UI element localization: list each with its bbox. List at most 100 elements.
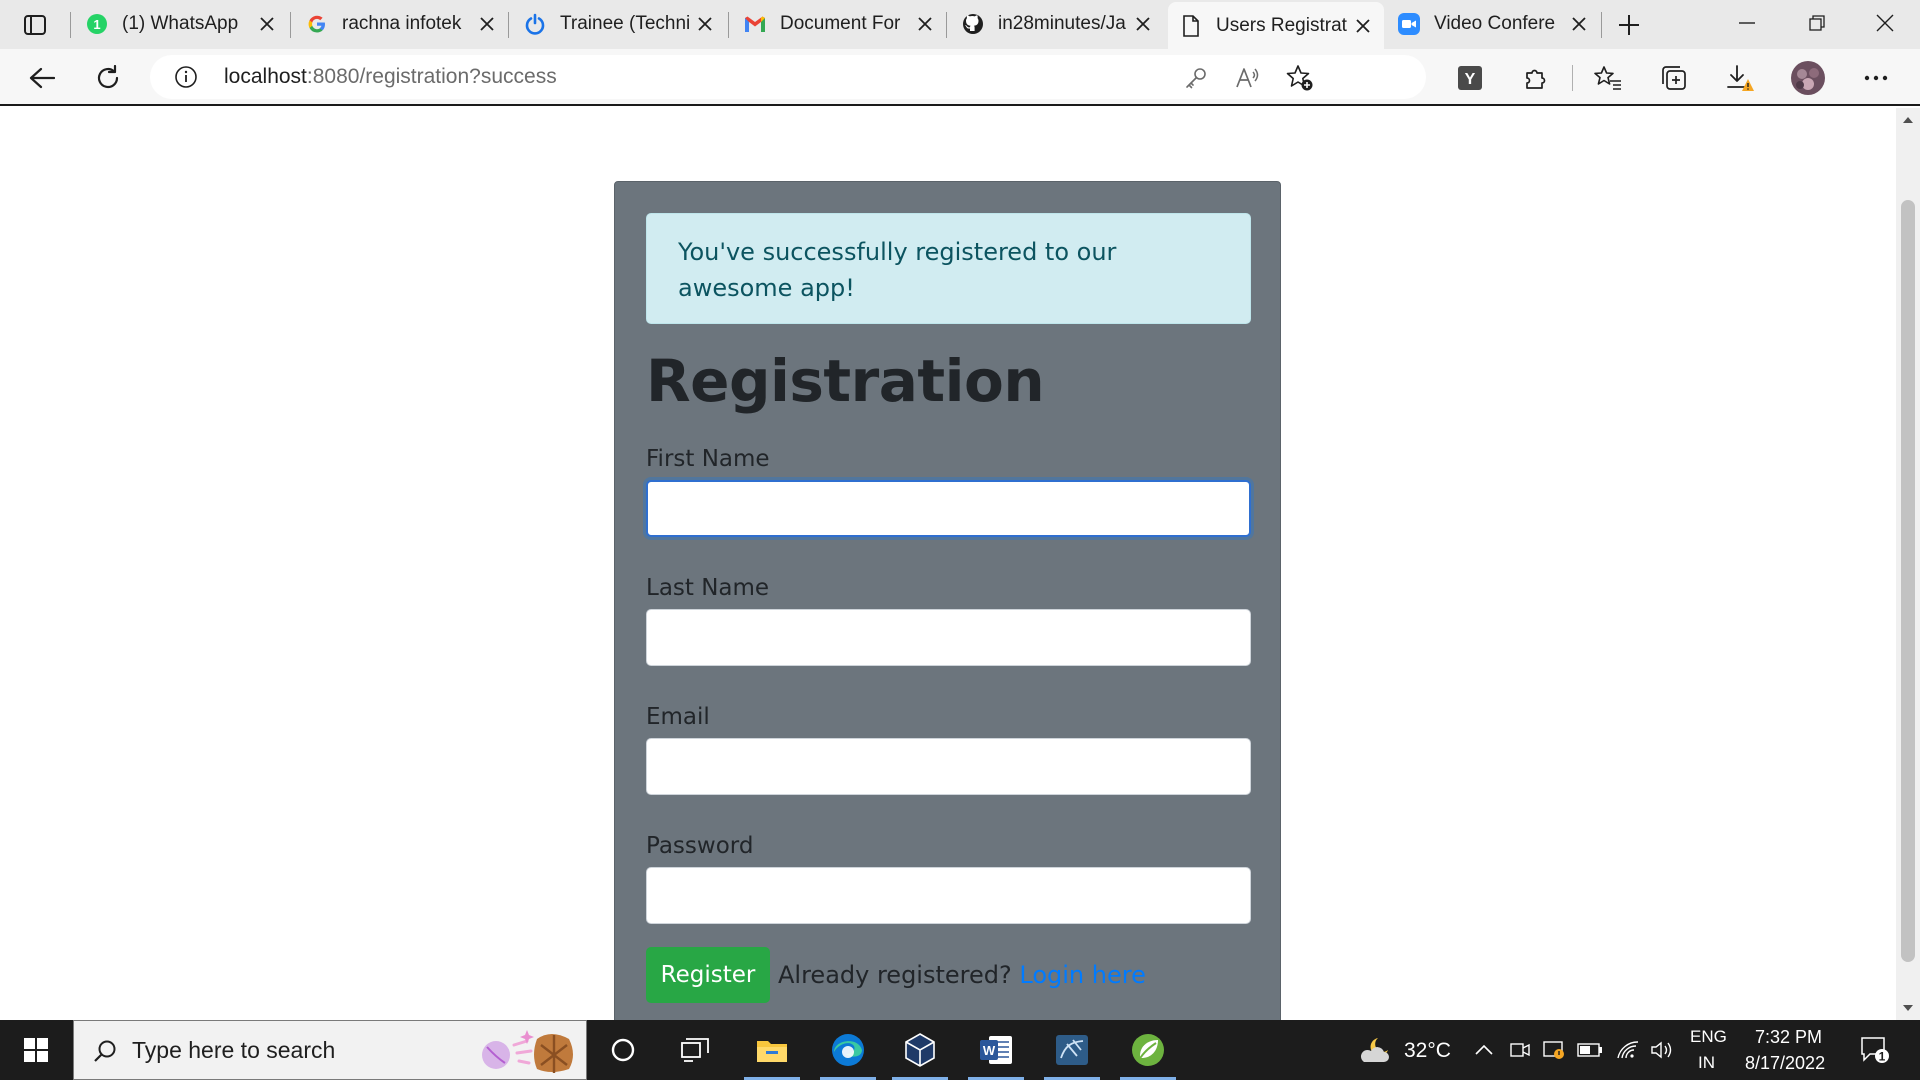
meet-now-camera-icon[interactable] [1506,1036,1534,1064]
already-registered-label: Already registered? [778,961,1012,989]
restore-icon[interactable] [1782,0,1852,46]
already-registered-text: Already registered? Login here [778,961,1146,989]
add-favorite-icon[interactable] [1286,64,1314,92]
clock-date[interactable]: 8/17/2022 [1745,1053,1825,1074]
close-tab-icon[interactable] [914,13,936,35]
tab-strip: 1 (1) WhatsApp rachna infotek Trainee (T… [0,0,1920,49]
first-name-label: First Name [646,446,770,472]
clock-time[interactable]: 7:32 PM [1755,1027,1822,1048]
close-tab-icon[interactable] [1568,13,1590,35]
email-input[interactable] [646,738,1251,795]
tab-trainee[interactable]: Trainee (Techni [512,0,726,48]
url-host: localhost [224,65,307,88]
url-path: :8080/registration?success [306,65,557,88]
close-tab-icon[interactable] [694,13,716,35]
tab-title: rachna infotek [342,13,462,34]
address-bar[interactable]: localhost:8080/registration?success [150,55,1426,99]
svg-text:W: W [983,1043,996,1058]
tab-whatsapp[interactable]: 1 (1) WhatsApp [74,0,288,48]
tab-title: (1) WhatsApp [122,13,239,34]
close-tab-icon[interactable] [256,13,278,35]
profile-avatar[interactable] [1788,58,1828,98]
search-placeholder: Type here to search [132,1037,336,1063]
notification-center-icon[interactable]: 1 [1858,1036,1894,1064]
taskbar-search-box[interactable]: Type here to search [73,1020,587,1080]
tab-actions-icon[interactable] [20,10,50,40]
chevron-up-icon[interactable] [1470,1036,1498,1064]
close-tab-icon[interactable] [1132,13,1154,35]
windows-taskbar: Type here to search W 32°C ENG IN 7:32 P… [0,1020,1920,1080]
power-icon [524,13,546,35]
password-label: Password [646,833,754,859]
scroll-down-arrow-icon[interactable] [1902,1002,1914,1014]
last-name-label: Last Name [646,575,770,601]
close-window-icon[interactable] [1850,0,1920,46]
site-info-icon[interactable] [174,65,198,89]
browser-toolbar: localhost:8080/registration?success Y [0,49,1920,106]
svg-text:1: 1 [93,17,100,32]
page-viewport: You've successfully registered to our aw… [0,108,1896,1020]
wifi-icon[interactable] [1614,1036,1642,1064]
weather-moon-cloud-icon[interactable] [1358,1036,1394,1064]
security-shield-icon[interactable] [1540,1036,1568,1064]
windows-start-icon[interactable] [0,1020,72,1080]
tab-gmail[interactable]: Document For [732,0,946,48]
google-icon [306,13,328,35]
virtualbox-icon[interactable] [884,1020,956,1080]
tab-github[interactable]: in28minutes/Ja [950,0,1164,48]
weather-temperature[interactable]: 32°C [1404,1039,1451,1063]
password-key-icon[interactable] [1182,64,1210,92]
downloads-warning-icon[interactable] [1720,58,1760,98]
task-view-icon[interactable] [659,1020,731,1080]
gmail-icon [744,13,766,35]
extensions-puzzle-icon[interactable] [1516,58,1556,98]
zoom-icon [1398,13,1420,35]
back-arrow-icon[interactable] [22,58,62,98]
github-icon [962,13,984,35]
mysql-workbench-icon[interactable] [1036,1020,1108,1080]
vertical-scrollbar[interactable] [1896,108,1920,1020]
whatsapp-icon: 1 [86,13,108,35]
new-tab-plus-icon[interactable] [1612,8,1646,42]
tab-title: in28minutes/Ja [998,13,1126,34]
tab-video-conference[interactable]: Video Confere [1386,0,1600,48]
input-language[interactable]: ENG [1690,1027,1727,1047]
page-title: Registration [646,347,1045,415]
tab-users-registration[interactable]: Users Registrat [1168,2,1384,49]
extension-y-icon[interactable]: Y [1450,58,1490,98]
search-highlight-doodle-icon [482,1030,573,1073]
volume-icon[interactable] [1648,1036,1676,1064]
word-icon[interactable]: W [960,1020,1032,1080]
minimize-icon[interactable] [1712,0,1782,46]
spring-tool-suite-icon[interactable] [1112,1020,1184,1080]
read-aloud-icon[interactable] [1234,64,1262,92]
password-input[interactable] [646,867,1251,924]
edge-browser-icon[interactable] [812,1020,884,1080]
registration-card: You've successfully registered to our aw… [614,181,1281,1020]
input-region: IN [1698,1053,1715,1072]
battery-icon[interactable] [1576,1036,1604,1064]
email-label: Email [646,704,710,730]
login-link[interactable]: Login here [1019,961,1145,989]
search-icon [92,1038,118,1064]
url-text[interactable]: localhost:8080/registration?success [224,65,557,89]
register-button[interactable]: Register [646,947,770,1003]
favorites-icon[interactable] [1588,58,1628,98]
tab-title: Document For [780,13,901,34]
tab-google-search[interactable]: rachna infotek [294,0,508,48]
scrollbar-thumb[interactable] [1901,200,1915,962]
refresh-icon[interactable] [88,58,128,98]
success-alert: You've successfully registered to our aw… [646,213,1251,324]
svg-text:Y: Y [1465,71,1476,88]
collections-icon[interactable] [1654,58,1694,98]
file-explorer-icon[interactable] [736,1020,808,1080]
tab-title: Video Confere [1434,13,1556,34]
more-options-icon[interactable] [1856,58,1896,98]
tab-title: Users Registrat [1216,14,1347,36]
first-name-input[interactable] [646,480,1251,537]
cortana-icon[interactable] [587,1020,659,1080]
scroll-up-arrow-icon[interactable] [1902,114,1914,126]
last-name-input[interactable] [646,609,1251,666]
close-tab-icon[interactable] [1352,15,1374,37]
close-tab-icon[interactable] [476,13,498,35]
